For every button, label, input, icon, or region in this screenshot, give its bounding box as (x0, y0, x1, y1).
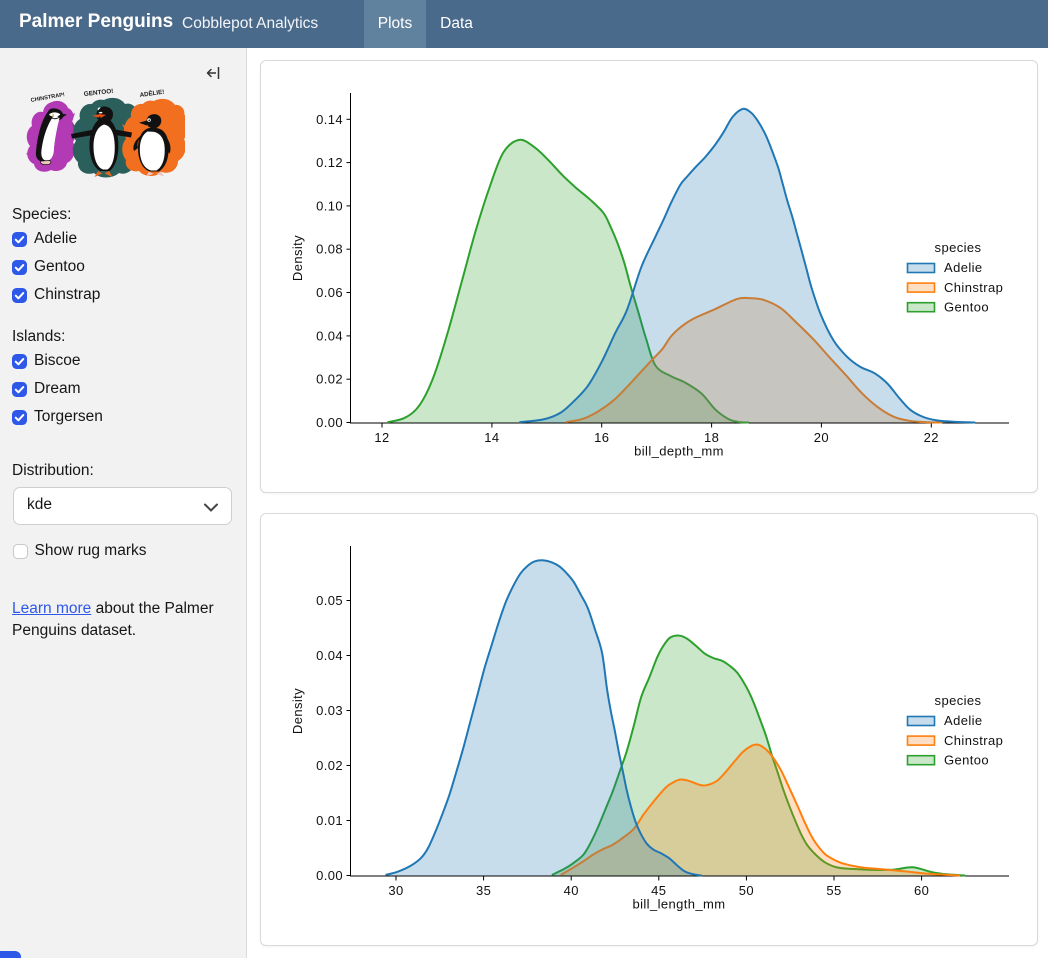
svg-text:0.10: 0.10 (316, 198, 343, 213)
svg-text:Gentoo: Gentoo (944, 299, 989, 314)
svg-text:Chinstrap: Chinstrap (944, 280, 1003, 295)
svg-text:12: 12 (374, 430, 389, 445)
svg-text:60: 60 (914, 883, 929, 898)
svg-text:0.02: 0.02 (316, 372, 343, 387)
svg-text:35: 35 (476, 883, 491, 898)
svg-text:ADĒLIE!: ADĒLIE! (139, 89, 164, 99)
svg-text:bill_depth_mm: bill_depth_mm (634, 444, 724, 459)
svg-text:20: 20 (814, 430, 829, 445)
svg-text:Adelie: Adelie (944, 260, 983, 275)
svg-text:Gentoo: Gentoo (944, 752, 989, 767)
svg-text:bill_length_mm: bill_length_mm (632, 897, 725, 912)
svg-text:Density: Density (290, 235, 305, 281)
svg-text:0.06: 0.06 (316, 285, 343, 300)
svg-text:Chinstrap: Chinstrap (944, 733, 1003, 748)
svg-text:species: species (935, 240, 982, 255)
svg-text:0.02: 0.02 (316, 758, 343, 773)
svg-text:0.04: 0.04 (316, 328, 343, 343)
svg-text:species: species (935, 693, 982, 708)
svg-text:22: 22 (924, 430, 939, 445)
svg-text:14: 14 (484, 430, 499, 445)
svg-text:50: 50 (739, 883, 754, 898)
svg-text:0.08: 0.08 (316, 242, 343, 257)
svg-text:0.05: 0.05 (316, 593, 343, 608)
svg-text:0.01: 0.01 (316, 813, 343, 828)
svg-text:40: 40 (564, 883, 579, 898)
svg-text:55: 55 (826, 883, 841, 898)
svg-text:Adelie: Adelie (944, 713, 983, 728)
svg-text:GENTOO!: GENTOO! (83, 88, 113, 98)
svg-text:0.00: 0.00 (316, 415, 343, 430)
svg-text:0.12: 0.12 (316, 155, 343, 170)
svg-text:0.00: 0.00 (316, 868, 343, 883)
svg-text:0.03: 0.03 (316, 703, 343, 718)
svg-text:30: 30 (388, 883, 403, 898)
svg-text:Density: Density (290, 688, 305, 734)
svg-text:0.04: 0.04 (316, 648, 343, 663)
svg-text:16: 16 (594, 430, 609, 445)
svg-text:0.14: 0.14 (316, 112, 343, 127)
